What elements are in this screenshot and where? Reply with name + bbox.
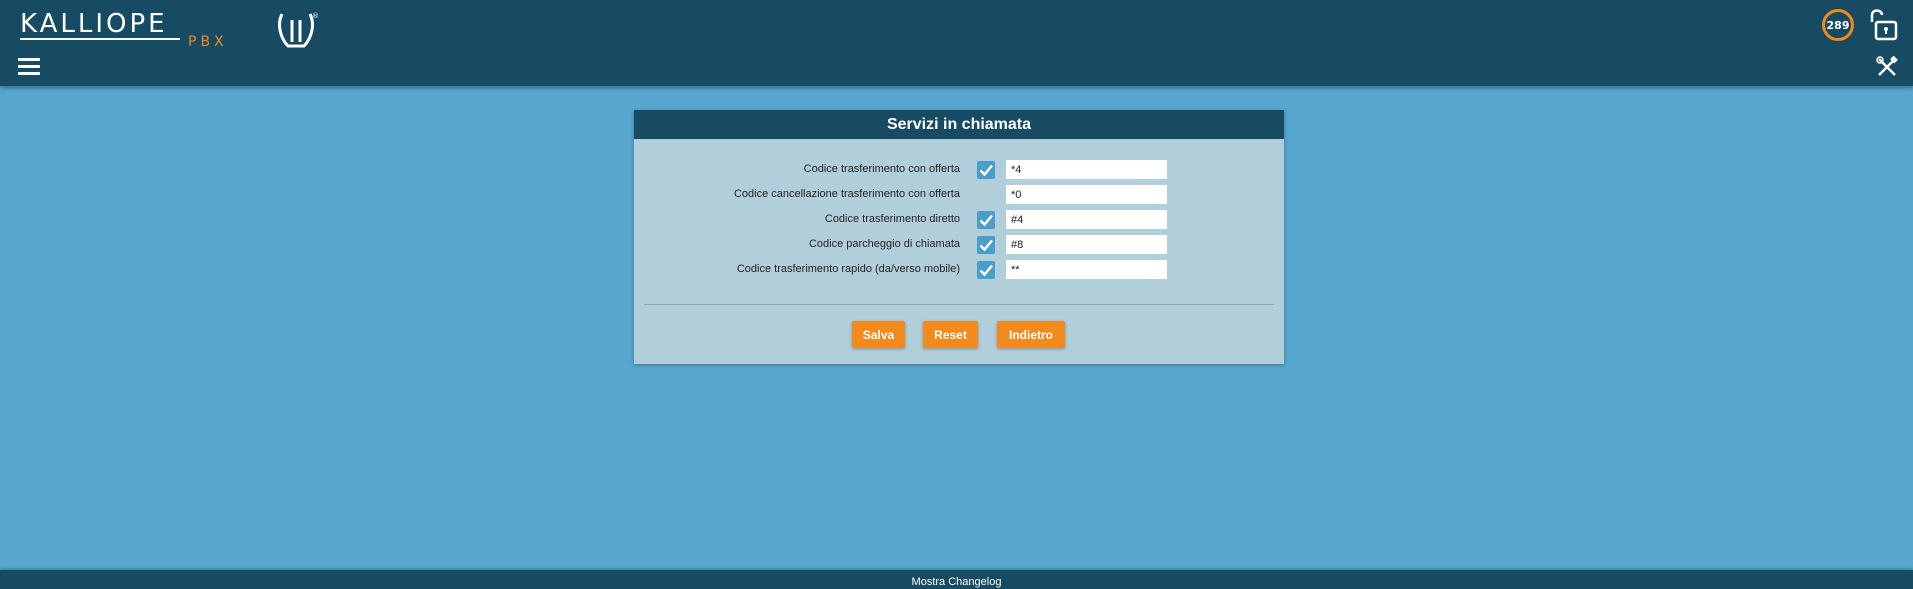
reset-button[interactable]: Reset (923, 321, 978, 348)
checkbox-transfer-offer[interactable] (977, 161, 995, 179)
form-label: Codice trasferimento diretto (824, 213, 960, 225)
panel-title: Servizi in chiamata (634, 110, 1284, 139)
form-label: Codice cancellazione trasferimento con o… (733, 188, 960, 200)
checkbox-quick-transfer[interactable] (977, 261, 995, 279)
top-bar: KALLIOPE PBX ® 289 (0, 0, 1913, 86)
services-panel: Servizi in chiamata Codice trasferimento… (634, 110, 1284, 364)
input-transfer-offer[interactable] (1006, 160, 1167, 179)
lyre-icon (278, 13, 314, 48)
form-row-quick-transfer: Codice trasferimento rapido (da/verso mo… (634, 260, 1284, 280)
form-label: Codice parcheggio di chiamata (808, 238, 960, 250)
checkbox-direct-transfer[interactable] (977, 211, 995, 229)
checkmark-icon (979, 214, 993, 227)
form-row-direct-transfer: Codice trasferimento diretto (634, 210, 1284, 230)
checkmark-icon (979, 164, 993, 177)
show-changelog-link[interactable]: Mostra Changelog (912, 576, 1002, 588)
counter-value: 289 (1826, 18, 1850, 32)
form-row-cancel-transfer-offer: Codice cancellazione trasferimento con o… (634, 185, 1284, 205)
svg-text:®: ® (312, 12, 319, 20)
checkbox-call-parking[interactable] (977, 236, 995, 254)
checkmark-icon (979, 239, 993, 252)
form-label: Codice trasferimento con offerta (803, 163, 960, 175)
divider (644, 304, 1274, 305)
save-button[interactable]: Salva (852, 321, 905, 348)
kalliope-logo[interactable]: KALLIOPE PBX ® (20, 8, 320, 50)
tools-icon[interactable] (1876, 55, 1898, 78)
form-label: Codice trasferimento rapido (da/verso mo… (736, 263, 960, 275)
input-call-parking[interactable] (1006, 235, 1167, 254)
footer-bar: Mostra Changelog (0, 570, 1913, 589)
unlock-icon[interactable] (1866, 6, 1900, 42)
logo-text: KALLIOPE (20, 9, 168, 39)
input-direct-transfer[interactable] (1006, 210, 1167, 229)
input-quick-transfer[interactable] (1006, 260, 1167, 279)
timer-counter-icon[interactable]: 289 (1822, 9, 1854, 41)
back-button[interactable]: Indietro (997, 321, 1065, 348)
input-cancel-transfer-offer[interactable] (1006, 185, 1167, 204)
checkmark-icon (979, 264, 993, 277)
logo-sub: PBX (188, 34, 228, 50)
form-row-call-parking: Codice parcheggio di chiamata (634, 235, 1284, 255)
form-row-transfer-offer: Codice trasferimento con offerta (634, 160, 1284, 180)
hamburger-menu-icon[interactable] (18, 58, 40, 76)
